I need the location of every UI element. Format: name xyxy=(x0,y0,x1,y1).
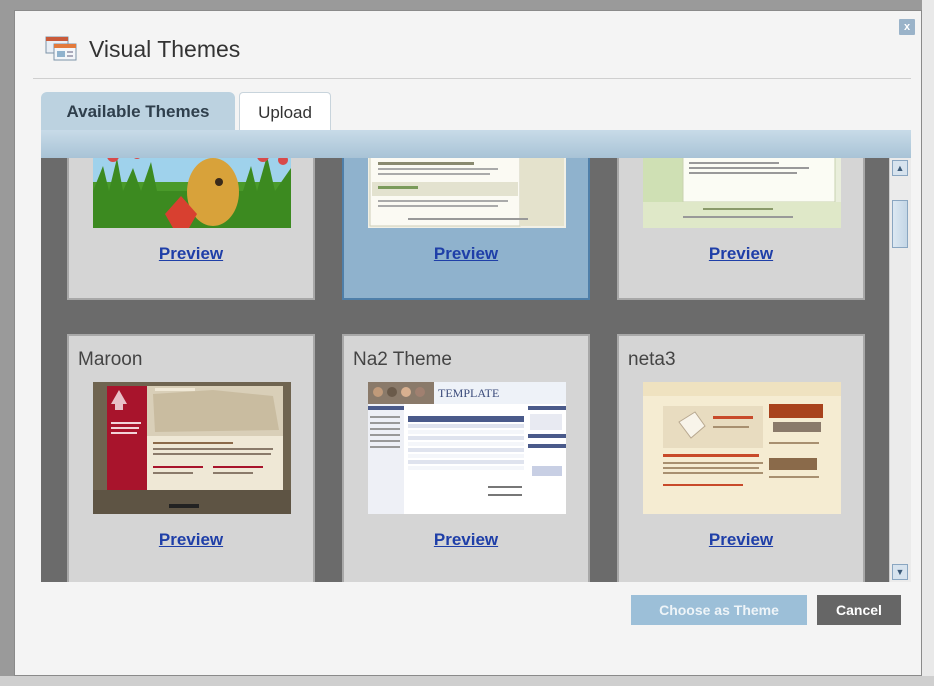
theme-card[interactable]: Preview xyxy=(342,158,590,300)
tab-upload[interactable]: Upload xyxy=(239,92,331,130)
theme-thumbnail xyxy=(643,382,841,514)
visual-themes-dialog: x Visual Themes Available Themes Upload xyxy=(14,10,922,676)
preview-link[interactable]: Preview xyxy=(69,530,313,550)
theme-card[interactable]: Preview xyxy=(67,158,315,300)
tab-strip xyxy=(41,130,911,158)
theme-thumbnail xyxy=(93,158,291,228)
visual-themes-icon xyxy=(45,36,77,61)
theme-name: neta3 xyxy=(628,349,676,370)
preview-link[interactable]: Preview xyxy=(619,530,863,550)
theme-card[interactable]: Preview xyxy=(617,158,865,300)
preview-link[interactable]: Preview xyxy=(619,244,863,264)
chevron-up-icon[interactable]: ▲ xyxy=(892,160,908,176)
thumbnail-banner-text: TEMPLATE xyxy=(438,386,499,400)
dialog-header: Visual Themes xyxy=(45,33,240,65)
theme-card[interactable]: Na2 Theme TEMPLATE Preview xyxy=(342,334,590,582)
theme-card[interactable]: neta3 Preview xyxy=(617,334,865,582)
preview-link[interactable]: Preview xyxy=(344,530,588,550)
tab-available-themes[interactable]: Available Themes xyxy=(41,92,235,130)
themes-grid: Preview Preview Preview Maroon Preview N… xyxy=(41,158,889,582)
theme-card[interactable]: Maroon Preview xyxy=(67,334,315,582)
header-divider xyxy=(33,78,911,79)
theme-thumbnail xyxy=(93,382,291,514)
dialog-title: Visual Themes xyxy=(89,35,241,62)
themes-scrollbar[interactable]: ▲ ▼ xyxy=(889,158,911,582)
background-page xyxy=(922,0,934,686)
theme-name: Maroon xyxy=(78,349,143,370)
preview-link[interactable]: Preview xyxy=(69,244,313,264)
background-page-bottom xyxy=(0,676,934,686)
cancel-button[interactable]: Cancel xyxy=(817,595,901,625)
close-button[interactable]: x xyxy=(899,19,915,35)
theme-thumbnail xyxy=(643,158,841,228)
theme-thumbnail: TEMPLATE xyxy=(368,382,566,514)
choose-theme-button[interactable]: Choose as Theme xyxy=(631,595,807,625)
chevron-down-icon[interactable]: ▼ xyxy=(892,564,908,580)
theme-name: Na2 Theme xyxy=(353,349,452,370)
scroll-thumb[interactable] xyxy=(892,200,908,248)
preview-link[interactable]: Preview xyxy=(344,244,588,264)
theme-thumbnail xyxy=(368,158,566,228)
